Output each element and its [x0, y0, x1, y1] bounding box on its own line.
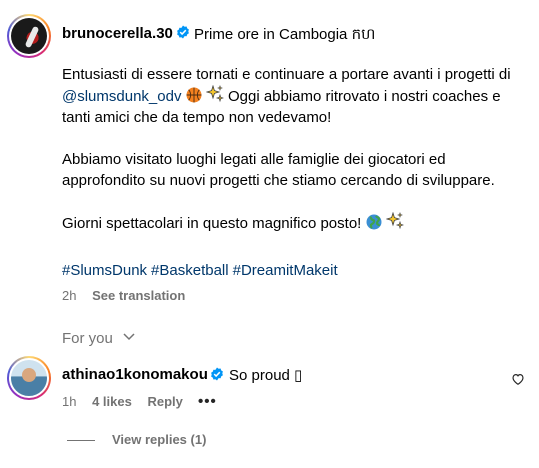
- verified-badge-icon: [211, 367, 223, 381]
- verified-badge-icon: [177, 25, 189, 39]
- caption-text: Giorni spettacolari in questo magnifico …: [62, 215, 366, 232]
- comments-sort-dropdown[interactable]: For you: [62, 330, 135, 347]
- comment-meta: 1h 4 likes Reply: [62, 394, 195, 409]
- sort-label: For you: [62, 330, 113, 347]
- post-author-avatar[interactable]: [7, 14, 51, 58]
- caption-paragraph-2: Abbiamo visitato luoghi legati alle fami…: [62, 151, 495, 189]
- post-timestamp[interactable]: 2h: [62, 288, 76, 303]
- more-dots-icon[interactable]: •••: [198, 393, 217, 410]
- globe-emoji-icon: [366, 214, 381, 230]
- basketball-emoji-icon: [186, 87, 202, 103]
- post-location[interactable]: Prime ore in Cambogia កហ: [194, 25, 375, 47]
- comment-timestamp[interactable]: 1h: [62, 394, 76, 409]
- hashtag-list: #SlumsDunk #Basketball #DreamitMakeit: [62, 262, 342, 279]
- heart-outline-icon[interactable]: [511, 372, 525, 386]
- comment-likes-count[interactable]: 4 likes: [92, 394, 132, 409]
- caption-paragraph-3: Giorni spettacolari in questo magnifico …: [62, 212, 532, 234]
- reply-button[interactable]: Reply: [147, 394, 182, 409]
- commenter-username[interactable]: athinao1konomakou: [62, 366, 208, 383]
- chevron-down-icon: [123, 333, 135, 341]
- post-author-username[interactable]: brunocerella.30: [62, 25, 173, 42]
- sparkles-emoji-icon: [385, 212, 404, 230]
- caption-text: Entusiasti di essere tornati e continuar…: [62, 66, 511, 83]
- hashtag-link[interactable]: #DreamitMakeit: [233, 262, 338, 279]
- comment-text: So proud ▯: [229, 367, 303, 384]
- post-header: brunocerella.30 Prime ore in Cambogia កហ: [0, 0, 539, 66]
- post-meta: 2h See translation: [62, 288, 185, 303]
- caption-paragraph-1: Entusiasti di essere tornati e continuar…: [62, 64, 532, 128]
- mention-link[interactable]: @slumsdunk_odv: [62, 88, 181, 105]
- commenter-avatar[interactable]: [7, 356, 51, 400]
- hashtag-link[interactable]: #SlumsDunk: [62, 262, 147, 279]
- view-replies-button[interactable]: View replies (1): [112, 432, 206, 447]
- post-caption: Entusiasti di essere tornati e continuar…: [62, 64, 532, 255]
- replies-divider: [67, 440, 95, 441]
- sparkles-emoji-icon: [205, 85, 224, 103]
- see-translation-button[interactable]: See translation: [92, 288, 185, 303]
- hashtag-link[interactable]: #Basketball: [151, 262, 229, 279]
